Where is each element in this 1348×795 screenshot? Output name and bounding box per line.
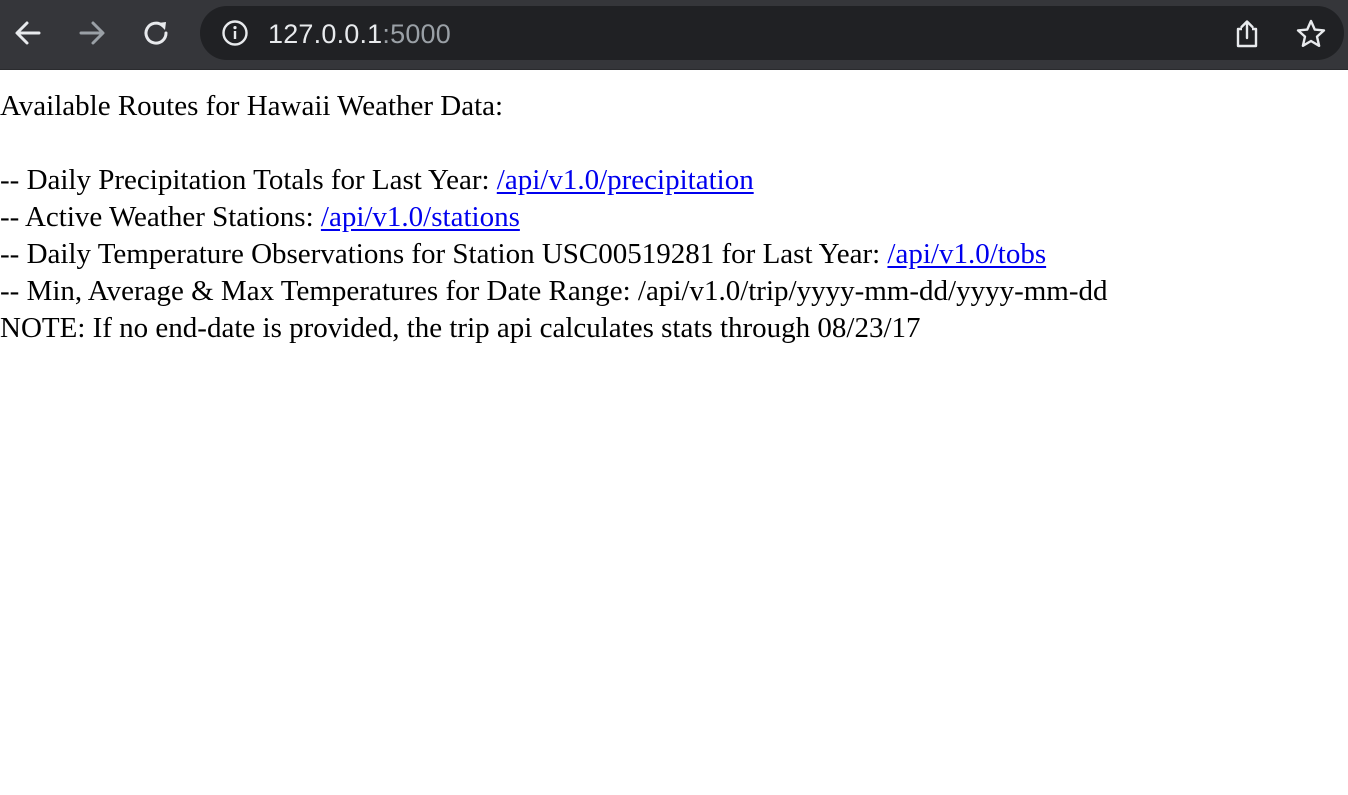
forward-button[interactable] [72,13,112,53]
url-port: :5000 [382,19,451,49]
url-host: 127.0.0.1 [268,19,383,49]
route-line-precipitation: -- Daily Precipitation Totals for Last Y… [0,162,1108,199]
share-icon[interactable] [1230,17,1264,51]
route-label: -- Daily Temperature Observations for St… [0,238,888,270]
page-content: Available Routes for Hawaii Weather Data… [0,88,1108,347]
note-text: NOTE: If no end-date is provided, the tr… [0,312,921,344]
route-line-tobs: -- Daily Temperature Observations for St… [0,236,1108,273]
route-label: -- Daily Precipitation Totals for Last Y… [0,164,497,196]
address-bar[interactable]: 127.0.0.1:5000 [200,6,1344,60]
precipitation-link[interactable]: /api/v1.0/precipitation [497,164,754,196]
browser-toolbar: 127.0.0.1:5000 [0,0,1348,70]
page-heading: Available Routes for Hawaii Weather Data… [0,90,504,122]
reload-icon [141,18,171,48]
tobs-link[interactable]: /api/v1.0/tobs [887,238,1046,270]
forward-arrow-icon [77,18,107,48]
back-button[interactable] [8,13,48,53]
stations-link[interactable]: /api/v1.0/stations [321,201,520,233]
star-icon[interactable] [1294,17,1328,51]
reload-button[interactable] [136,13,176,53]
back-arrow-icon [13,18,43,48]
info-icon[interactable] [221,19,249,47]
url-text[interactable]: 127.0.0.1:5000 [268,19,451,49]
route-line-trip: -- Min, Average & Max Temperatures for D… [0,275,1108,307]
route-label: -- Active Weather Stations: [0,201,321,233]
route-line-stations: -- Active Weather Stations: /api/v1.0/st… [0,199,1108,236]
